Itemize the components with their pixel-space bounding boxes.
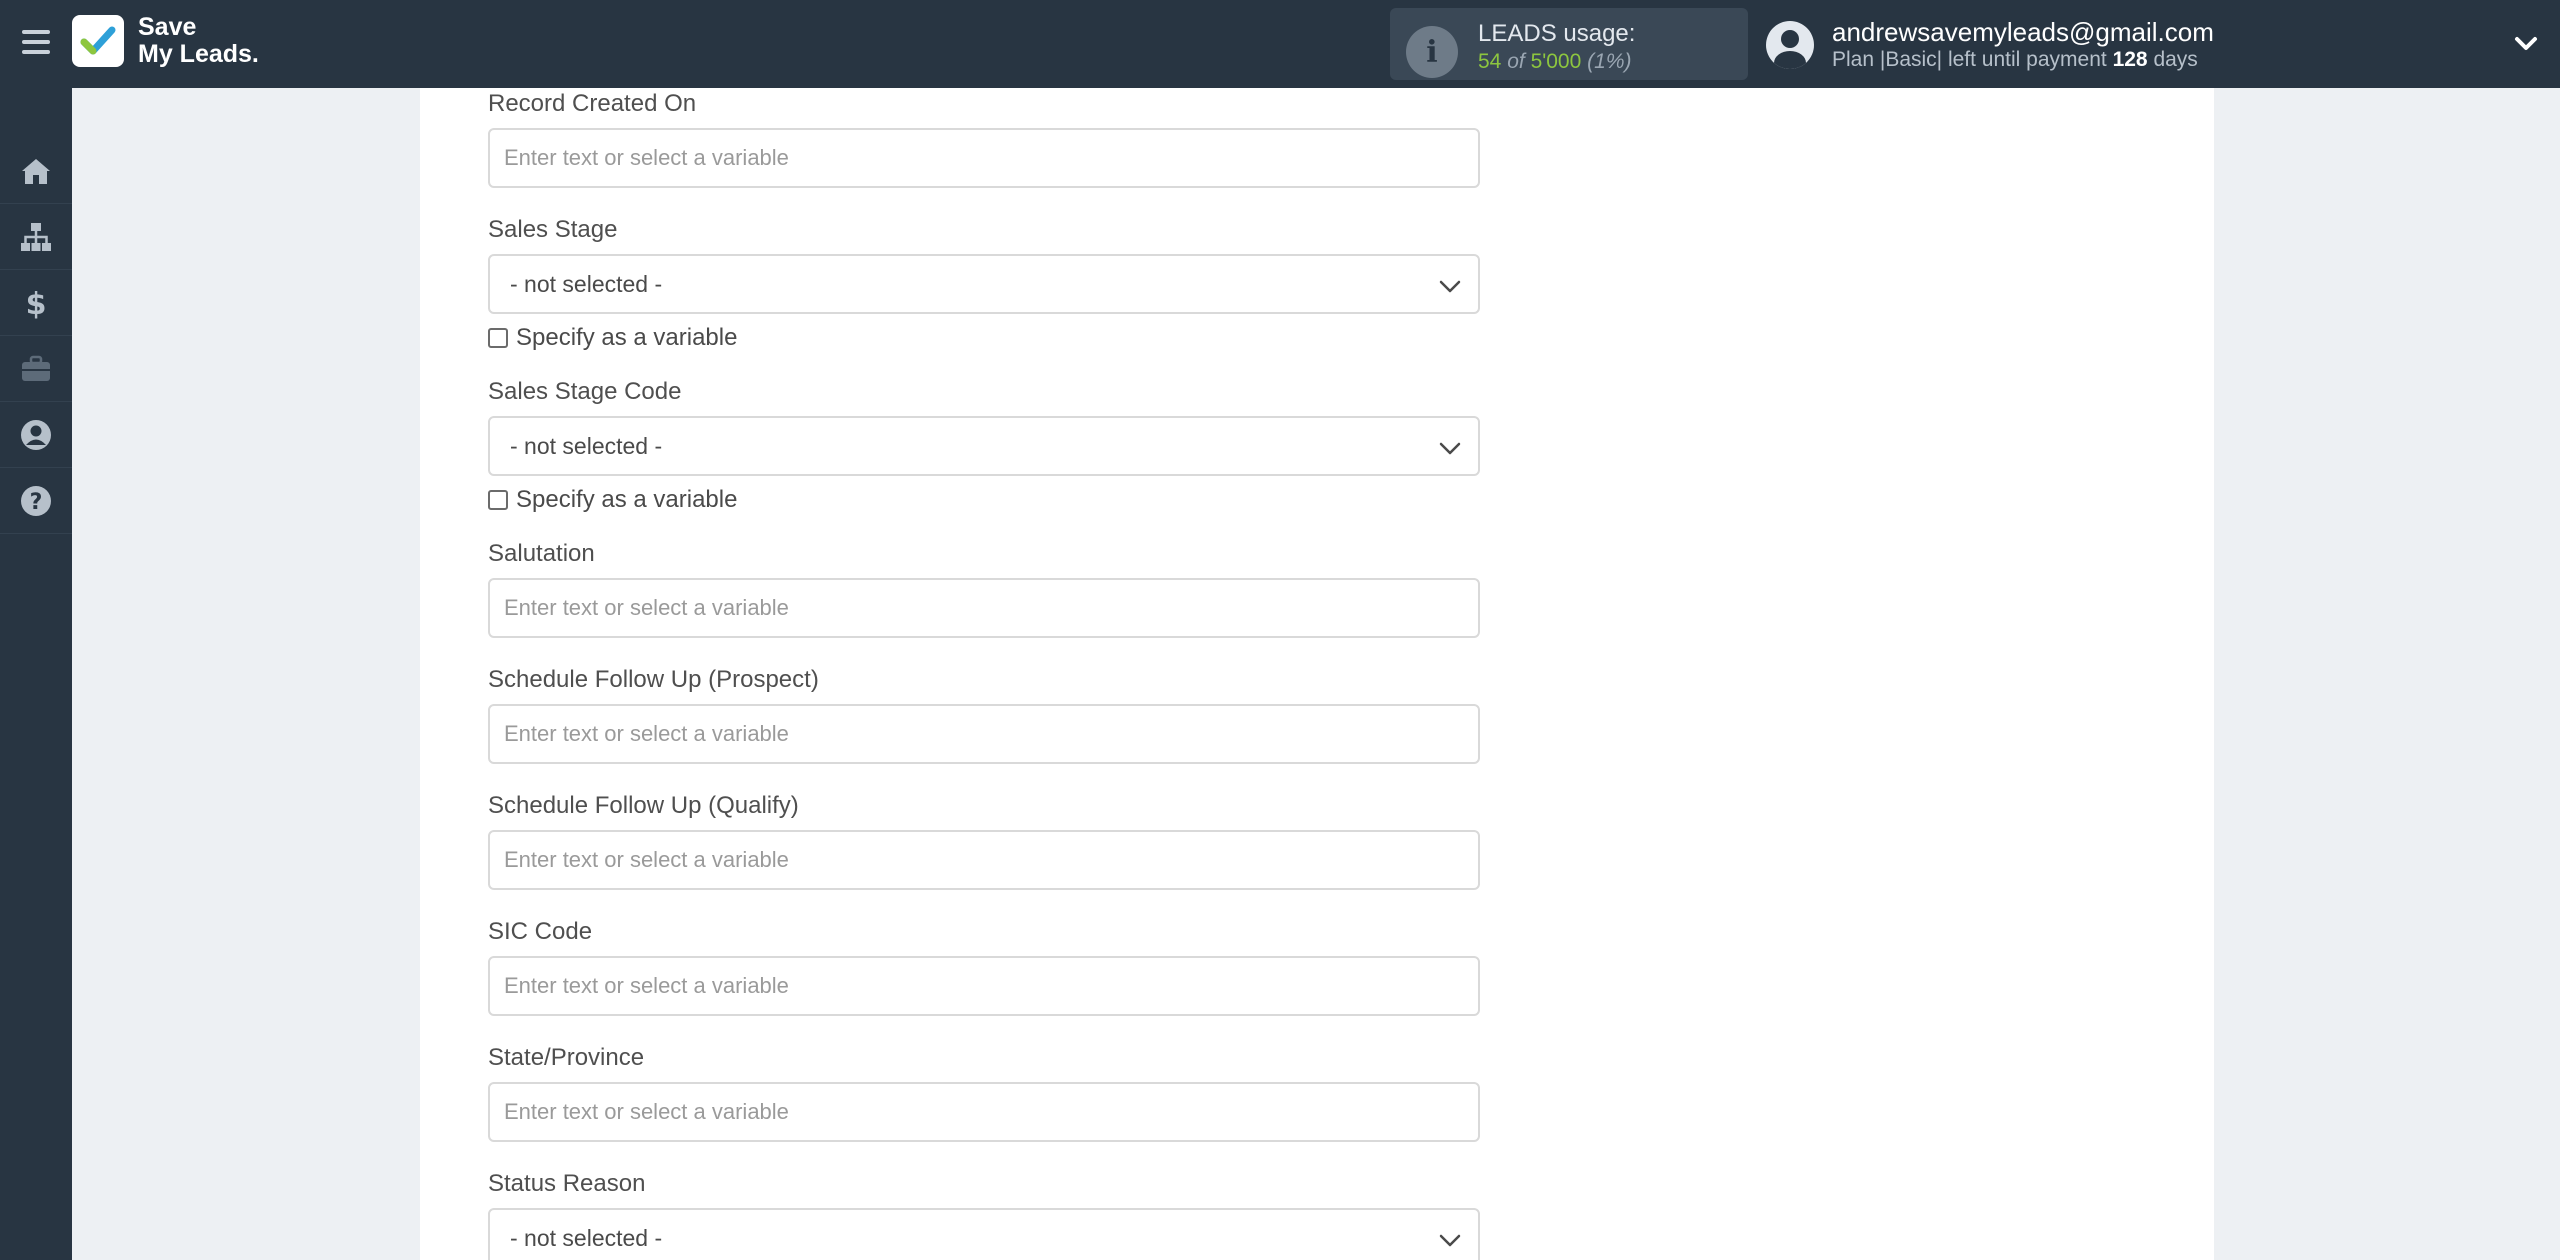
schedule-follow-up-qualify-input[interactable]	[488, 830, 1480, 890]
label-schedule-follow-up-prospect: Schedule Follow Up (Prospect)	[488, 666, 819, 693]
sidebar-item-home[interactable]	[0, 138, 72, 204]
top-bar: Save My Leads. i LEADS usage: 54 of 5'00…	[0, 0, 2560, 88]
chevron-down-icon[interactable]	[2512, 30, 2540, 58]
status-reason-select[interactable]: - not selected -	[488, 1208, 1480, 1260]
checkbox[interactable]	[488, 490, 508, 510]
home-icon	[22, 158, 50, 184]
label-record-created-on: Record Created On	[488, 90, 697, 117]
main-content: Record Created On Sales Stage - not sele…	[420, 88, 2214, 1260]
status-reason-value: - not selected -	[510, 1224, 663, 1251]
sales-stage-value: - not selected -	[510, 270, 663, 297]
logo-text: Save My Leads.	[138, 13, 259, 68]
logo-check-icon	[72, 15, 124, 67]
label-sales-stage-code: Sales Stage Code	[488, 378, 682, 405]
usage-title: LEADS usage:	[1478, 20, 1636, 47]
schedule-follow-up-prospect-input[interactable]	[488, 704, 1480, 764]
label-sic-code: SIC Code	[488, 918, 593, 945]
salutation-input[interactable]	[488, 578, 1480, 638]
chevron-down-icon	[1439, 280, 1461, 293]
sic-code-input[interactable]	[488, 956, 1480, 1016]
dollar-icon: $	[26, 287, 47, 320]
chevron-down-icon	[1439, 1234, 1461, 1247]
label-status-reason: Status Reason	[488, 1170, 646, 1197]
sidebar: $ ?	[0, 88, 72, 1260]
sidebar-item-help[interactable]: ?	[0, 468, 72, 534]
user-circle-icon	[21, 419, 51, 450]
account-email: andrewsavemyleads@gmail.com	[1832, 17, 2214, 47]
briefcase-icon	[22, 355, 50, 381]
svg-text:$: $	[26, 287, 47, 320]
avatar	[1766, 21, 1814, 69]
sales-stage-specify-variable[interactable]: Specify as a variable	[488, 324, 737, 352]
label-salutation: Salutation	[488, 540, 595, 567]
sidebar-item-billing[interactable]: $	[0, 270, 72, 336]
chevron-down-icon	[1439, 442, 1461, 455]
sidebar-item-profile[interactable]	[0, 402, 72, 468]
sidebar-item-connections[interactable]	[0, 204, 72, 270]
sales-stage-code-value: - not selected -	[510, 432, 663, 459]
logo[interactable]: Save My Leads.	[72, 14, 259, 68]
checkbox[interactable]	[488, 328, 508, 348]
usage-count: 54 of 5'000 (1%)	[1478, 50, 1632, 73]
sitemap-icon	[21, 222, 51, 251]
menu-icon[interactable]	[20, 26, 52, 58]
sales-stage-select[interactable]: - not selected -	[488, 254, 1480, 314]
help-icon: ?	[21, 485, 51, 516]
plan-info: Plan |Basic| left until payment 128 days	[1832, 48, 2198, 71]
sidebar-item-tools[interactable]	[0, 336, 72, 402]
sales-stage-code-specify-variable[interactable]: Specify as a variable	[488, 486, 737, 514]
label-sales-stage: Sales Stage	[488, 216, 618, 243]
account-menu[interactable]: andrewsavemyleads@gmail.com Plan |Basic|…	[1766, 10, 2214, 80]
svg-text:?: ?	[30, 490, 43, 515]
state-province-input[interactable]	[488, 1082, 1480, 1142]
label-state-province: State/Province	[488, 1044, 645, 1071]
info-icon: i	[1406, 26, 1458, 78]
label-schedule-follow-up-qualify: Schedule Follow Up (Qualify)	[488, 792, 799, 819]
leads-usage-panel: i LEADS usage: 54 of 5'000 (1%)	[1390, 8, 1748, 80]
record-created-on-input[interactable]	[488, 128, 1480, 188]
sales-stage-code-select[interactable]: - not selected -	[488, 416, 1480, 476]
